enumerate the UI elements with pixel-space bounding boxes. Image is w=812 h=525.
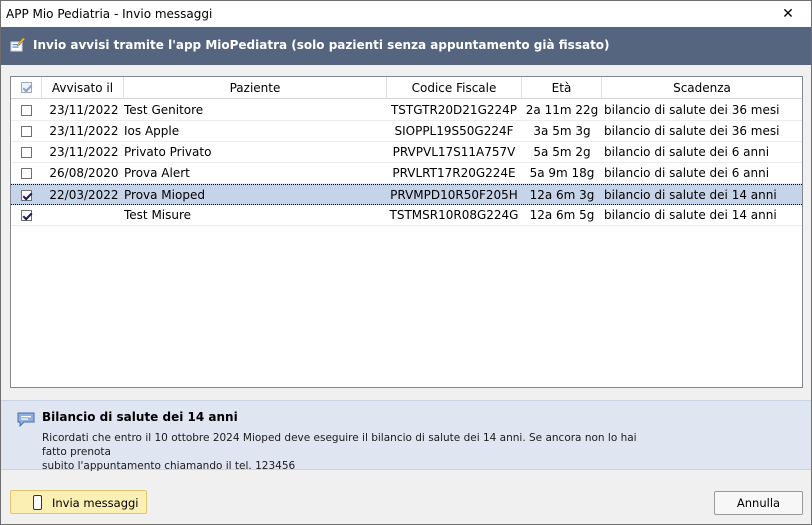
title-bar: APP Mio Pediatria - Invio messaggi ✕ [1, 1, 811, 27]
cell-scadenza: bilancio di salute dei 36 mesi [604, 103, 780, 117]
table-row[interactable]: 23/11/2022 Privato Privato PRVPVL17S11A757… [11, 142, 802, 163]
column-header-scadenza[interactable]: Scadenza [602, 77, 802, 99]
table-row[interactable]: 23/11/2022 Ios Apple SIOPPL19S50G224F 3a 5m… [11, 121, 802, 142]
column-header-paziente[interactable]: Paziente [124, 77, 387, 99]
cell-codice-fiscale: PRVMPD10R50F205H [390, 188, 518, 202]
select-all-column[interactable] [11, 77, 42, 99]
table-header: Avvisato il Paziente Codice Fiscale Età … [11, 77, 802, 99]
cell-scadenza: bilancio di salute dei 14 anni [604, 208, 777, 222]
cell-eta: 2a 11m 22g [525, 103, 599, 117]
column-header-avvisato[interactable]: Avvisato il [42, 77, 124, 99]
row-checkbox[interactable] [21, 190, 32, 201]
cell-eta: 5a 9m 18g [529, 166, 595, 180]
speech-bubble-icon [17, 412, 35, 427]
cell-avvisato [47, 205, 121, 225]
dialog-window: APP Mio Pediatria - Invio messaggi ✕ Inv… [0, 0, 812, 525]
cell-avvisato: 22/03/2022 [49, 188, 119, 202]
row-checkbox[interactable] [21, 105, 32, 116]
cell-avvisato: 23/11/2022 [49, 145, 119, 159]
send-message-icon [10, 37, 26, 52]
table-row[interactable]: 22/03/2022 Prova Mioped PRVMPD10R50F205H 12… [11, 184, 802, 205]
info-message-line-2: subito l'appuntamento chiamando il tel. … [42, 460, 296, 472]
cell-avvisato: 26/08/2020 [49, 166, 119, 180]
cell-scadenza: bilancio di salute dei 14 anni [604, 188, 777, 202]
column-header-eta[interactable]: Età [522, 77, 602, 99]
cell-paziente: Test Misure [124, 208, 192, 222]
header-banner: Invio avvisi tramite l'app MioPediatra (… [1, 27, 811, 65]
phone-icon [33, 495, 42, 510]
cell-paziente: Prova Mioped [124, 188, 205, 202]
table-row[interactable]: 23/11/2022 Test Genitore TSTGTR20D21G224P 2… [11, 100, 802, 121]
send-messages-label: Invia messaggi [52, 496, 139, 510]
table-row[interactable]: 26/08/2020 Prova Alert PRVLRT17R20G224E 5a … [11, 163, 802, 184]
cell-paziente: Prova Alert [124, 166, 190, 180]
info-panel: Bilancio di salute dei 14 anni Ricordati… [1, 400, 811, 473]
cancel-button[interactable]: Annulla [714, 491, 803, 515]
cell-eta: 12a 6m 3g [529, 188, 595, 202]
cell-avvisato: 23/11/2022 [49, 124, 119, 138]
window-title: APP Mio Pediatria - Invio messaggi [6, 7, 213, 21]
row-checkbox[interactable] [21, 210, 32, 221]
row-checkbox[interactable] [21, 126, 32, 137]
cell-codice-fiscale: PRVPVL17S11A757V [392, 145, 516, 159]
cell-eta: 3a 5m 3g [533, 124, 591, 138]
row-checkbox[interactable] [21, 168, 32, 179]
cell-paziente: Test Genitore [124, 103, 204, 117]
select-all-checkbox[interactable] [21, 82, 32, 93]
cell-scadenza: bilancio di salute dei 6 anni [604, 145, 770, 159]
cell-codice-fiscale: SIOPPL19S50G224F [394, 124, 514, 138]
info-title: Bilancio di salute dei 14 anni [42, 410, 238, 424]
cell-eta: 5a 5m 2g [533, 145, 591, 159]
cell-avvisato: 23/11/2022 [49, 103, 119, 117]
cell-eta: 12a 6m 5g [529, 208, 595, 222]
cell-paziente: Privato Privato [124, 145, 212, 159]
table-row[interactable]: Test Misure TSTMSR10R08G224G 12a 6m 5g bila… [11, 205, 802, 226]
info-message: Ricordati che entro il 10 ottobre 2024 M… [42, 431, 662, 473]
send-messages-button[interactable]: Invia messaggi [10, 490, 147, 514]
cell-paziente: Ios Apple [124, 124, 180, 138]
close-icon[interactable]: ✕ [765, 1, 811, 27]
row-checkbox[interactable] [21, 147, 32, 158]
cell-codice-fiscale: TSTGTR20D21G224P [390, 103, 518, 117]
column-header-codice-fiscale[interactable]: Codice Fiscale [387, 77, 522, 99]
patients-table: Avvisato il Paziente Codice Fiscale Età … [10, 76, 803, 388]
header-text: Invio avvisi tramite l'app MioPediatra (… [33, 38, 610, 52]
cell-codice-fiscale: PRVLRT17R20G224E [392, 166, 516, 180]
info-message-line-1: Ricordati che entro il 10 ottobre 2024 M… [42, 432, 637, 458]
cell-scadenza: bilancio di salute dei 36 mesi [604, 124, 780, 138]
cell-codice-fiscale: TSTMSR10R08G224G [389, 208, 519, 222]
cell-scadenza: bilancio di salute dei 6 anni [604, 166, 770, 180]
